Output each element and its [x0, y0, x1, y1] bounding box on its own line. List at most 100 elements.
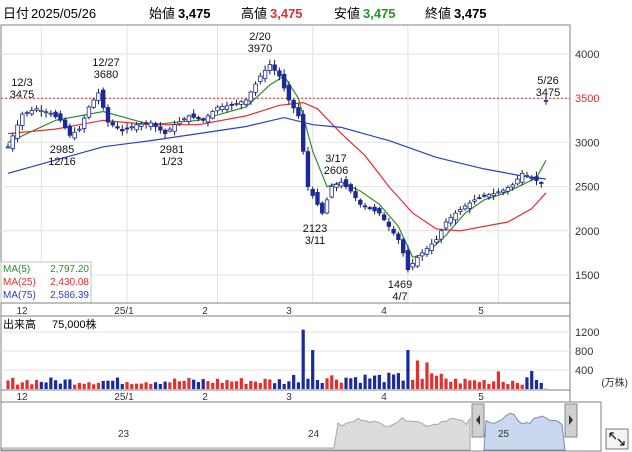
- volume-bar: [444, 378, 448, 389]
- candle-body: [210, 111, 215, 119]
- x-tick-label: 4: [381, 392, 387, 403]
- navigator-year-25: 25: [498, 429, 510, 440]
- volume-bar: [353, 377, 358, 389]
- price-y-axis: 1500 2000 2500 3000 3500 4000: [575, 49, 599, 282]
- price-y-tick-label: 2500: [575, 182, 599, 194]
- candle-body: [358, 199, 363, 205]
- volume-bar: [425, 362, 429, 389]
- candle-body: [243, 99, 249, 105]
- volume-bar: [230, 381, 234, 389]
- candle-body: [177, 121, 182, 125]
- volume-bar: [458, 383, 462, 389]
- volume-bar: [96, 382, 101, 389]
- annotation-date: 5/26: [537, 75, 558, 87]
- candle-body: [224, 105, 230, 110]
- candle-body: [472, 199, 477, 202]
- volume-bar: [54, 380, 58, 389]
- candle: [91, 98, 96, 109]
- candle-body: [267, 64, 273, 71]
- header-high-label: 高値: [241, 6, 267, 21]
- header-open-value: 3,475: [178, 6, 211, 21]
- candle-body: [101, 89, 106, 108]
- volume-bar: [282, 383, 286, 389]
- candle-body: [96, 92, 101, 101]
- candle-body: [20, 113, 25, 126]
- candle-body: [410, 263, 415, 268]
- volume-bar: [315, 379, 320, 389]
- volume-bar: [311, 350, 315, 389]
- volume-bar: [153, 382, 158, 389]
- chart-canvas: 日付 2025/05/26 始値 3,475 高値 3,475 安値 3,475…: [0, 6, 629, 452]
- volume-bar: [411, 379, 415, 389]
- volume-bar: [258, 383, 262, 389]
- volume-bar: [177, 381, 181, 389]
- volume-y-tick-label: 800: [575, 346, 593, 358]
- candle-body: [372, 206, 377, 212]
- candle-body: [148, 122, 154, 127]
- volume-bar: [192, 379, 196, 389]
- candle-body: [134, 124, 139, 131]
- candle: [324, 197, 330, 215]
- volume-bar: [263, 378, 267, 389]
- candle-body: [405, 250, 411, 271]
- ma25-value: 2,430.08: [50, 277, 89, 288]
- volume-bar: [449, 381, 453, 389]
- volume-bar: [111, 380, 115, 389]
- volume-bar: [377, 374, 381, 389]
- price-y-tick-label: 4000: [575, 49, 599, 61]
- volume-bar: [87, 382, 91, 389]
- volume-bar: [415, 360, 420, 389]
- volume-bar: [296, 382, 301, 389]
- volume-bar: [92, 384, 96, 389]
- candle-body: [539, 182, 544, 184]
- x-tick-label: 5: [478, 306, 484, 317]
- candle-body: [339, 181, 344, 187]
- candle-body: [86, 106, 92, 118]
- volume-bar: [244, 383, 248, 389]
- x-tick-label: 2: [202, 392, 208, 403]
- candle-body: [277, 70, 282, 77]
- volume-bar: [182, 380, 186, 389]
- candle-body: [453, 212, 458, 221]
- candle-body: [139, 123, 144, 127]
- candle-body: [239, 101, 244, 105]
- header-high-value: 3,475: [270, 6, 303, 21]
- candle-body: [296, 107, 301, 117]
- candle-body: [153, 122, 158, 127]
- annotation-value: 2985: [50, 144, 74, 156]
- volume-bar: [249, 380, 253, 389]
- volume-bar: [387, 372, 391, 389]
- annotation-value: 3475: [10, 89, 34, 101]
- annotation-date: 4/7: [392, 291, 407, 303]
- volume-bar: [168, 382, 172, 389]
- candle-body: [58, 113, 63, 121]
- navigator-year-23: 23: [118, 429, 130, 440]
- volume-bar: [163, 381, 167, 389]
- candle-body: [196, 116, 201, 120]
- x-tick-label: 4: [381, 306, 387, 317]
- volume-bar: [149, 383, 153, 389]
- volume-bar: [306, 378, 310, 389]
- volume-bar: [334, 379, 339, 389]
- volume-bar: [468, 380, 472, 389]
- volume-bar: [339, 382, 343, 389]
- volume-bar: [520, 384, 524, 389]
- candle-body: [415, 256, 420, 267]
- candle-body: [534, 176, 539, 181]
- volume-label: 出来高: [3, 317, 36, 331]
- volume-bar: [101, 380, 105, 389]
- x-tick-label: 25/1: [114, 392, 134, 403]
- candle-body: [519, 172, 525, 183]
- volume-bar: [211, 382, 215, 389]
- candle: [320, 201, 325, 216]
- header-close-label: 終値: [425, 6, 451, 21]
- expand-button[interactable]: [605, 428, 629, 450]
- header-low-value: 3,475: [363, 6, 396, 21]
- candle-body: [39, 109, 44, 112]
- x-tick-label: 12: [16, 392, 28, 403]
- volume-y-tick-label: 1200: [575, 327, 599, 339]
- candle-body: [424, 248, 430, 255]
- candle-body: [15, 124, 20, 139]
- volume-bar: [134, 383, 139, 389]
- volume-bar: [225, 380, 229, 389]
